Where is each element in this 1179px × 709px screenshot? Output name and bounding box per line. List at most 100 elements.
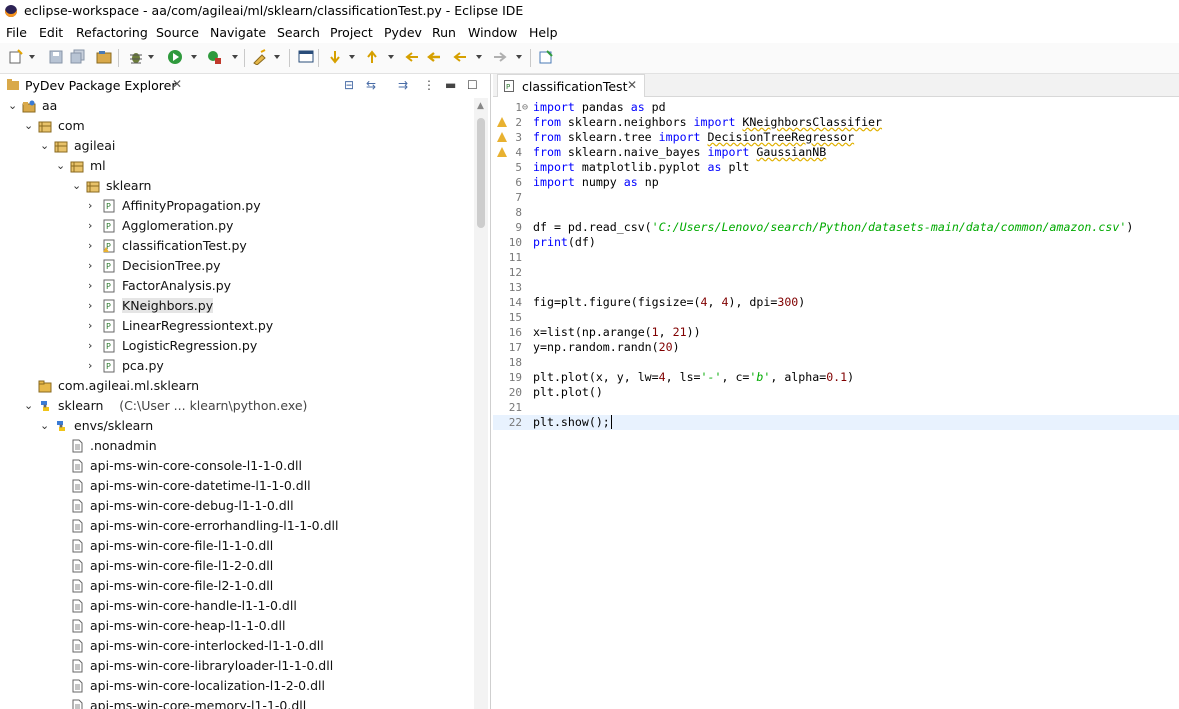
tree-item[interactable]: api-ms-win-core-debug-l1-1-0.dll [0, 496, 474, 516]
code-line[interactable]: 2 from sklearn.neighbors import KNeighbor… [493, 115, 1179, 130]
forward-dropdown-icon[interactable] [516, 55, 522, 59]
chevron-down-icon[interactable]: ⌄ [40, 139, 49, 152]
code-line[interactable]: 13 [493, 280, 1179, 295]
menu-source[interactable]: Source [156, 25, 199, 40]
code-line[interactable]: 11 [493, 250, 1179, 265]
menu-search[interactable]: Search [277, 25, 320, 40]
tree-item[interactable]: api-ms-win-core-handle-l1-1-0.dll [0, 596, 474, 616]
new-python-module-icon[interactable] [252, 49, 268, 65]
chevron-down-icon[interactable]: ⌄ [56, 159, 65, 172]
menu-pydev[interactable]: Pydev [384, 25, 422, 40]
chevron-down-icon[interactable]: ⌄ [24, 399, 33, 412]
previous-annotation-dropdown-icon[interactable] [388, 55, 394, 59]
chevron-right-icon[interactable]: › [88, 359, 92, 372]
menu-project[interactable]: Project [330, 25, 373, 40]
tree-item[interactable]: api-ms-win-core-interlocked-l1-1-0.dll [0, 636, 474, 656]
focus-icon[interactable]: ⇉ [398, 78, 408, 92]
menu-help[interactable]: Help [529, 25, 558, 40]
chevron-right-icon[interactable]: › [88, 339, 92, 352]
code-line[interactable]: 22 plt.show(); [493, 415, 1179, 430]
close-icon[interactable]: ✕ [172, 77, 182, 91]
view-menu-icon[interactable]: ⋮ [423, 78, 435, 92]
chevron-right-icon[interactable]: › [88, 319, 92, 332]
scrollbar-thumb[interactable] [477, 118, 485, 228]
tree-item[interactable]: api-ms-win-core-file-l2-1-0.dll [0, 576, 474, 596]
code-line[interactable]: 17 y=np.random.randn(20) [493, 340, 1179, 355]
chevron-down-icon[interactable]: ⌄ [40, 419, 49, 432]
tree-item[interactable]: ⌄ sklearn [0, 176, 474, 196]
tree-item[interactable]: api-ms-win-core-memory-l1-1-0.dll [0, 696, 474, 709]
run-icon[interactable] [167, 49, 183, 65]
new-icon[interactable] [8, 49, 24, 65]
save-all-icon[interactable] [70, 49, 86, 65]
chevron-down-icon[interactable]: ⌄ [72, 179, 81, 192]
open-perspective-icon[interactable] [96, 49, 112, 65]
last-edit-location-icon[interactable] [404, 49, 420, 65]
external-tools-dropdown-icon[interactable] [232, 55, 238, 59]
tree-item[interactable]: ⌄ aa [0, 98, 474, 116]
tree-item[interactable]: › Ppca.py [0, 356, 474, 376]
chevron-down-icon[interactable]: ⌄ [8, 99, 17, 112]
code-line[interactable]: 15 [493, 310, 1179, 325]
console-icon[interactable] [298, 49, 314, 65]
code-line[interactable]: 6 import numpy as np [493, 175, 1179, 190]
tree-item[interactable]: api-ms-win-core-heap-l1-1-0.dll [0, 616, 474, 636]
code-line[interactable]: 16 x=list(np.arange(1, 21)) [493, 325, 1179, 340]
tree-item[interactable]: › P DecisionTree.py [0, 256, 474, 276]
fold-icon[interactable]: ⊖ [522, 100, 528, 115]
menu-window[interactable]: Window [468, 25, 517, 40]
next-annotation-icon[interactable] [327, 49, 343, 65]
code-line[interactable]: 5 import matplotlib.pyplot as plt [493, 160, 1179, 175]
code-line[interactable]: 7 [493, 190, 1179, 205]
code-line[interactable]: 19 plt.plot(x, y, lw=4, ls='-', c='b', al… [493, 370, 1179, 385]
code-line[interactable]: 3 from sklearn.tree import DecisionTreeRe… [493, 130, 1179, 145]
back-icon[interactable] [426, 49, 442, 65]
tab-classificationtest[interactable]: P classificationTest ✕ [497, 74, 645, 97]
tree-item[interactable]: api-ms-win-core-console-l1-1-0.dll [0, 456, 474, 476]
back-history-icon[interactable] [452, 49, 468, 65]
code-line[interactable]: 10 print(df) [493, 235, 1179, 250]
menu-navigate[interactable]: Navigate [210, 25, 266, 40]
tree-item[interactable]: api-ms-win-core-file-l1-1-0.dll [0, 536, 474, 556]
tree-item[interactable]: .nonadmin [0, 436, 474, 456]
explorer-scrollbar[interactable]: ▲ [474, 98, 488, 709]
tree-item[interactable]: api-ms-win-core-errorhandling-l1-1-0.dll [0, 516, 474, 536]
maximize-icon[interactable]: ☐ [467, 78, 478, 92]
run-dropdown-icon[interactable] [191, 55, 197, 59]
forward-icon[interactable] [492, 49, 508, 65]
collapse-all-icon[interactable]: ⊟ [344, 78, 354, 92]
tree-item[interactable]: ⌄ agileai [0, 136, 474, 156]
debug-dropdown-icon[interactable] [148, 55, 154, 59]
code-line[interactable]: 4 from sklearn.naive_bayes import Gaussia… [493, 145, 1179, 160]
new-dropdown-icon[interactable] [29, 55, 35, 59]
tree-item[interactable]: › P LogisticRegression.py [0, 336, 474, 356]
chevron-right-icon[interactable]: › [88, 239, 92, 252]
back-dropdown-icon[interactable] [476, 55, 482, 59]
chevron-right-icon[interactable]: › [88, 219, 92, 232]
close-icon[interactable]: ✕ [627, 78, 637, 92]
tree-item[interactable]: › P AffinityPropagation.py [0, 196, 474, 216]
code-line[interactable]: 18 [493, 355, 1179, 370]
chevron-right-icon[interactable]: › [88, 279, 92, 292]
minimize-icon[interactable]: ▬ [445, 78, 456, 92]
menu-file[interactable]: File [6, 25, 27, 40]
chevron-down-icon[interactable]: ⌄ [24, 119, 33, 132]
code-line[interactable]: 1 ⊖ import pandas as pd [493, 100, 1179, 115]
menu-edit[interactable]: Edit [39, 25, 63, 40]
code-line[interactable]: 21 [493, 400, 1179, 415]
code-line[interactable]: 12 [493, 265, 1179, 280]
tree-item[interactable]: api-ms-win-core-datetime-l1-1-0.dll [0, 476, 474, 496]
next-annotation-dropdown-icon[interactable] [349, 55, 355, 59]
tree-item[interactable]: › P FactorAnalysis.py [0, 276, 474, 296]
save-icon[interactable] [48, 49, 64, 65]
tree-item[interactable]: › PclassificationTest.py [0, 236, 474, 256]
tree-item[interactable]: api-ms-win-core-localization-l1-2-0.dll [0, 676, 474, 696]
previous-annotation-icon[interactable] [364, 49, 380, 65]
tree-item[interactable]: api-ms-win-core-file-l1-2-0.dll [0, 556, 474, 576]
tree-item[interactable]: ⌄ sklearn (C:\User ... klearn\python.exe) [0, 396, 474, 416]
chevron-right-icon[interactable]: › [88, 199, 92, 212]
tree-item[interactable]: › P Agglomeration.py [0, 216, 474, 236]
code-line[interactable]: 8 [493, 205, 1179, 220]
pin-editor-icon[interactable] [538, 49, 554, 65]
tree-item[interactable]: ⌄ ml [0, 156, 474, 176]
